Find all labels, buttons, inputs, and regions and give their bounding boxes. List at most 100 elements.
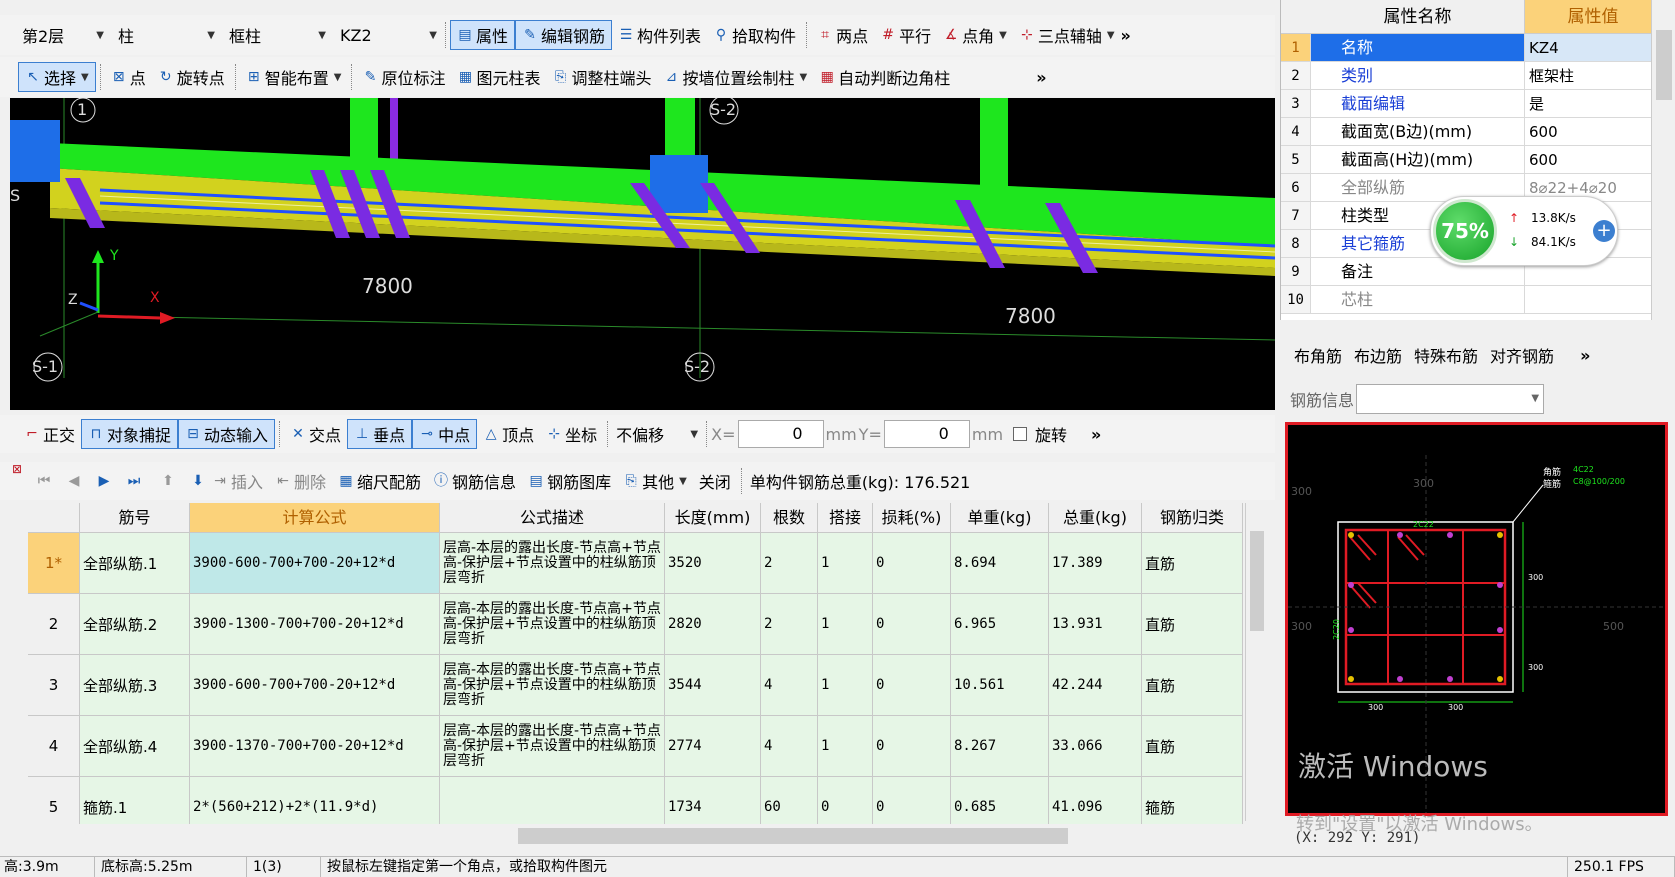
table-cell-len[interactable]: 2774 (665, 716, 761, 777)
perpendicular-button[interactable]: ⊥ 垂点 (347, 419, 413, 449)
adjust-head-button[interactable]: ⎘ 调整柱端头 (547, 62, 658, 92)
row-number[interactable]: 4 (28, 716, 80, 777)
table-cell-name[interactable]: 全部纵筋.4 (80, 716, 190, 777)
component-list-button[interactable]: ☰ 构件列表 (612, 20, 707, 50)
y-input[interactable]: 0 (883, 420, 970, 448)
rebar-info-button[interactable]: ⓘ 钢筋信息 (427, 466, 522, 496)
table-cell-total[interactable]: 41.096 (1049, 777, 1142, 824)
align-rebar-button[interactable]: 对齐钢筋 (1484, 340, 1560, 370)
property-value[interactable]: 框架柱 (1525, 62, 1661, 89)
property-row[interactable]: 5 截面高(H边)(mm) 600 (1281, 146, 1661, 174)
table-header[interactable]: 筋号 (80, 503, 190, 533)
table-header[interactable]: 搭接 (818, 503, 873, 533)
table-cell-lap[interactable]: 0 (818, 777, 873, 824)
last-record-icon[interactable]: ⏭ (126, 473, 142, 489)
column-table-button[interactable]: ▦ 图元柱表 (451, 62, 546, 92)
x-input[interactable]: 0 (737, 420, 824, 448)
3d-viewport[interactable]: 1 S-2 S S-1 S-2 7800 7800 Y X Z (10, 98, 1275, 410)
property-row[interactable]: 4 截面宽(B边)(mm) 600 (1281, 118, 1661, 146)
property-value[interactable]: 600 (1525, 146, 1661, 173)
more-icon[interactable]: » (1580, 346, 1590, 365)
property-value[interactable] (1525, 286, 1661, 313)
table-cell-name[interactable]: 全部纵筋.2 (80, 594, 190, 655)
table-cell-lap[interactable]: 1 (818, 716, 873, 777)
in-place-button[interactable]: ✎ 原位标注 (356, 62, 451, 92)
scroll-thumb[interactable] (1656, 30, 1672, 100)
table-cell-unit[interactable]: 6.965 (951, 594, 1049, 655)
other-button[interactable]: ⎘ 其他 ▼ (617, 466, 693, 496)
property-row[interactable]: 1 名称 KZ4 (1281, 34, 1661, 62)
table-cell-unit[interactable]: 8.694 (951, 533, 1049, 594)
table-header[interactable]: 单重(kg) (951, 503, 1049, 533)
edit-rebar-button[interactable]: ✎ 编辑钢筋 (515, 20, 613, 50)
insert-button[interactable]: ⇥ 插入 (206, 466, 269, 496)
table-cell-lap[interactable]: 1 (818, 533, 873, 594)
table-cell-lap[interactable]: 1 (818, 594, 873, 655)
pin-icon[interactable]: ⊠ (12, 462, 22, 476)
table-cell-cat[interactable]: 箍筋 (1142, 777, 1243, 824)
auto-corner-button[interactable]: ▦ 自动判断边角柱 (813, 62, 956, 92)
subtype-combo[interactable]: 框柱 ▼ (225, 21, 330, 49)
rebar-lib-button[interactable]: ▤ 钢筋图库 (522, 466, 617, 496)
property-value[interactable]: KZ4 (1525, 34, 1661, 61)
pick-button[interactable]: ⚲ 拾取构件 (707, 20, 802, 50)
table-cell-name[interactable]: 全部纵筋.3 (80, 655, 190, 716)
table-header[interactable]: 钢筋归类 (1142, 503, 1243, 533)
more-icon[interactable]: » (1036, 68, 1046, 87)
move-up-icon[interactable]: ⬆ (160, 473, 176, 489)
table-cell-unit[interactable]: 8.267 (951, 716, 1049, 777)
table-cell-name[interactable]: 全部纵筋.1 (80, 533, 190, 594)
table-header[interactable]: 公式描述 (440, 503, 665, 533)
two-points-button[interactable]: ⌗ 两点 (811, 20, 874, 50)
first-record-icon[interactable]: ⏮ (36, 473, 52, 489)
three-point-axis-button[interactable]: ⊹ 三点辅轴 ▼ (1013, 20, 1121, 50)
smart-layout-button[interactable]: ⊞ 智能布置 ▼ (240, 62, 348, 92)
prev-record-icon[interactable]: ◀ (66, 473, 82, 489)
table-cell-count[interactable]: 2 (761, 594, 818, 655)
table-cell-cat[interactable]: 直筋 (1142, 594, 1243, 655)
special-rebar-button[interactable]: 特殊布筋 (1408, 340, 1484, 370)
table-cell-len[interactable]: 2820 (665, 594, 761, 655)
point-button[interactable]: ⊠ 点 (105, 62, 152, 92)
properties-button[interactable]: ▤ 属性 (450, 20, 516, 50)
table-cell-count[interactable]: 60 (761, 777, 818, 824)
parallel-button[interactable]: # 平行 (874, 20, 937, 50)
table-header[interactable]: 损耗(%) (873, 503, 951, 533)
floor-combo[interactable]: 第2层 ▼ (18, 21, 108, 49)
row-number[interactable]: 1* (28, 533, 80, 594)
table-cell-total[interactable]: 42.244 (1049, 655, 1142, 716)
scale-rebar-button[interactable]: ▦ 缩尺配筋 (332, 466, 427, 496)
type-combo[interactable]: 柱 ▼ (114, 21, 219, 49)
prop-scrollbar[interactable] (1651, 0, 1675, 320)
table-header[interactable]: 总重(kg) (1049, 503, 1142, 533)
table-cell-loss[interactable]: 0 (873, 716, 951, 777)
table-cell-total[interactable]: 33.066 (1049, 716, 1142, 777)
table-cell-formula[interactable]: 3900-1370-700+700-20+12*d (190, 716, 440, 777)
close-button[interactable]: 关闭 (693, 466, 737, 496)
table-cell-cat[interactable]: 直筋 (1142, 533, 1243, 594)
corner-rebar-button[interactable]: 布角筋 (1288, 340, 1348, 370)
draw-by-wall-button[interactable]: ⊿ 按墙位置绘制柱 ▼ (658, 62, 814, 92)
table-cell-total[interactable]: 13.931 (1049, 594, 1142, 655)
point-angle-button[interactable]: ∡ 点角 ▼ (937, 20, 1013, 50)
section-panel[interactable]: 300 2C22 300 300 500 2C20 300 300 300 30… (1285, 422, 1668, 816)
midpoint-button[interactable]: ⊸ 中点 (412, 419, 478, 449)
table-cell-len[interactable]: 1734 (665, 777, 761, 824)
network-widget[interactable]: 75% ↑ 13.8K/s ↓ 84.1K/s + (1430, 196, 1618, 266)
table-cell-len[interactable]: 3520 (665, 533, 761, 594)
table-header[interactable]: 根数 (761, 503, 818, 533)
table-cell-count[interactable]: 2 (761, 533, 818, 594)
next-record-icon[interactable]: ▶ (96, 473, 112, 489)
property-row[interactable]: 3 截面编辑是 (1281, 90, 1661, 118)
table-cell-lap[interactable]: 1 (818, 655, 873, 716)
coordinate-button[interactable]: ⊹ 坐标 (540, 419, 603, 449)
more-icon[interactable]: » (1121, 26, 1131, 45)
table-cell-loss[interactable]: 0 (873, 655, 951, 716)
table-cell-desc[interactable]: 层高-本层的露出长度-节点高+节点高-保护层+节点设置中的柱纵筋顶层弯折 (440, 655, 665, 716)
row-number[interactable]: 3 (28, 655, 80, 716)
table-cell-desc[interactable]: 层高-本层的露出长度-节点高+节点高-保护层+节点设置中的柱纵筋顶层弯折 (440, 716, 665, 777)
table-header[interactable]: 长度(mm) (665, 503, 761, 533)
more-icon[interactable]: » (1091, 425, 1101, 444)
property-value[interactable]: 是 (1525, 90, 1661, 117)
table-cell-formula[interactable]: 3900-1300-700+700-20+12*d (190, 594, 440, 655)
